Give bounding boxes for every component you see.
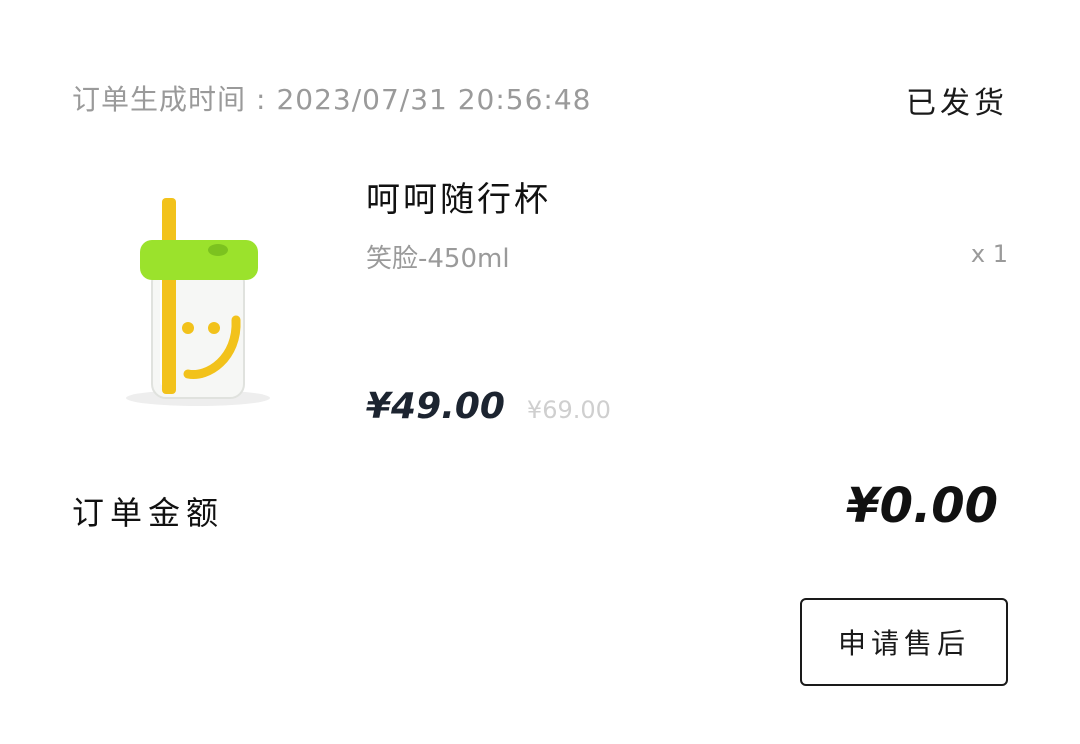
price-current: ¥49.00 bbox=[366, 386, 505, 427]
after-sales-button[interactable]: 申请售后 bbox=[800, 598, 1008, 686]
price-original: ¥69.00 bbox=[526, 396, 611, 424]
order-time-value: 2023/07/31 20:56:48 bbox=[276, 83, 592, 116]
cup-lid bbox=[140, 240, 258, 280]
product-variant: 笑脸-450ml bbox=[366, 244, 510, 274]
order-status: 已发货 bbox=[906, 86, 1008, 121]
order-amount-label: 订单金额 bbox=[72, 494, 225, 532]
order-time-label: 订单生成时间 bbox=[72, 83, 247, 116]
cup-lid-hole bbox=[208, 244, 228, 256]
price-row: ¥49.00 ¥69.00 bbox=[366, 386, 611, 427]
smiley-eye-right bbox=[208, 322, 220, 334]
smiley-eye-left bbox=[182, 322, 194, 334]
order-time-separator: : bbox=[256, 83, 267, 116]
cup-straw bbox=[162, 198, 176, 394]
order-time: 订单生成时间:2023/07/31 20:56:48 bbox=[72, 78, 592, 118]
product-quantity: x 1 bbox=[970, 240, 1008, 268]
product-image[interactable] bbox=[108, 178, 288, 418]
order-amount-value: ¥0.00 bbox=[846, 478, 998, 534]
product-title[interactable]: 呵呵随行杯 bbox=[366, 172, 551, 221]
